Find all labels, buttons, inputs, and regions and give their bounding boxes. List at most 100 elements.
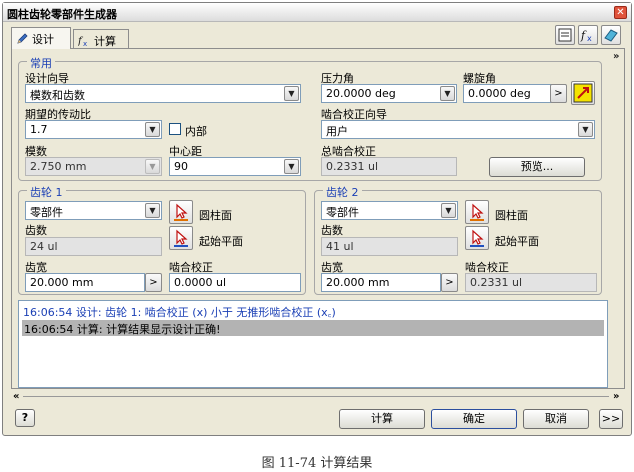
eraser-button[interactable] bbox=[601, 25, 621, 45]
design-guide-select[interactable]: 模数和齿数 ▼ bbox=[25, 84, 301, 103]
gear2-legend: 齿轮 2 bbox=[323, 184, 362, 200]
close-button[interactable]: ✕ bbox=[614, 6, 627, 19]
svg-text:x: x bbox=[83, 40, 87, 47]
gear2-start-plane-label: 起始平面 bbox=[495, 235, 539, 248]
svg-text:x: x bbox=[587, 34, 592, 43]
helix-angle-value: 0.0000 deg bbox=[468, 87, 531, 100]
chevron-down-icon[interactable]: ▼ bbox=[284, 159, 299, 174]
chevron-right-icon: > bbox=[554, 88, 563, 99]
message-log[interactable]: 16:06:54 设计: 齿轮 1: 啮合校正 (x) 小于 无推形啮合校正 (… bbox=[18, 300, 608, 388]
properties-button[interactable] bbox=[555, 25, 575, 45]
chevron-down-icon[interactable]: ▼ bbox=[284, 86, 299, 101]
gear2-group: 齿轮 2 零部件 ▼ 圆柱面 齿数 41 ul 起始平面 齿宽 20.000 m… bbox=[314, 184, 602, 295]
pressure-angle-value: 20.0000 deg bbox=[326, 87, 396, 100]
figure-caption: 图 11-74 计算结果 bbox=[261, 456, 373, 471]
scroll-track[interactable] bbox=[23, 396, 609, 397]
chevron-down-icon[interactable]: ▼ bbox=[440, 86, 455, 101]
cursor-arrow-icon bbox=[470, 229, 484, 247]
gear1-teeth-label: 齿数 bbox=[25, 224, 47, 237]
design-panel: 常用 设计向导 模数和齿数 ▼ 期望的传动比 1.7 ▼ 内部 模数 2.750… bbox=[11, 48, 625, 389]
mesh-guide-value: 用户 bbox=[326, 125, 348, 138]
module-select[interactable]: 2.750 mm ▼ bbox=[25, 157, 162, 176]
center-distance-select[interactable]: 90 ▼ bbox=[169, 157, 301, 176]
ratio-select[interactable]: 1.7 ▼ bbox=[25, 120, 162, 139]
gear1-teeth-value: 24 ul bbox=[30, 240, 58, 253]
gear1-width-field[interactable]: 20.000 mm bbox=[25, 273, 145, 292]
formula-icon: f x bbox=[78, 36, 87, 47]
gear1-start-plane-label: 起始平面 bbox=[199, 235, 243, 248]
scroll-left-icon[interactable]: « bbox=[13, 391, 19, 402]
scroll-right-icon[interactable]: » bbox=[613, 391, 619, 402]
window-title: 圆柱齿轮零部件生成器 bbox=[7, 8, 117, 21]
fx-button[interactable]: f x bbox=[578, 25, 598, 45]
total-mesh-value: 0.2331 ul bbox=[326, 160, 379, 173]
helix-tool-button[interactable] bbox=[571, 81, 595, 105]
gear2-width-arrow-button[interactable]: > bbox=[441, 273, 458, 292]
ok-button[interactable]: 确定 bbox=[431, 409, 517, 429]
gear1-type-select[interactable]: 零部件 ▼ bbox=[25, 201, 162, 220]
chevron-down-icon[interactable]: ▼ bbox=[145, 203, 160, 218]
gear1-legend: 齿轮 1 bbox=[27, 184, 66, 200]
gear2-correction-field: 0.2331 ul bbox=[465, 273, 597, 292]
gear1-cylinder-face-button[interactable] bbox=[169, 200, 193, 224]
design-guide-value: 模数和齿数 bbox=[30, 89, 85, 102]
tab-calculation[interactable]: f x 计算 bbox=[73, 29, 129, 49]
message-result: 16:06:54 计算: 计算结果显示设计正确! bbox=[22, 320, 604, 336]
gear1-group: 齿轮 1 零部件 ▼ 圆柱面 齿数 24 ul 起始平面 齿宽 20.000 m… bbox=[18, 184, 306, 295]
gear1-start-plane-button[interactable] bbox=[169, 226, 193, 250]
gear2-correction-value: 0.2331 ul bbox=[470, 276, 523, 289]
total-mesh-field: 0.2331 ul bbox=[321, 157, 457, 176]
chevron-down-icon[interactable]: ▼ bbox=[578, 122, 593, 137]
gear2-teeth-label: 齿数 bbox=[321, 224, 343, 237]
gear2-type-value: 零部件 bbox=[326, 206, 359, 219]
more-button[interactable]: >> bbox=[599, 409, 623, 429]
chevron-down-icon[interactable]: ▼ bbox=[441, 203, 456, 218]
gear2-cylinder-face-button[interactable] bbox=[465, 200, 489, 224]
gear2-type-select[interactable]: 零部件 ▼ bbox=[321, 201, 458, 220]
helix-tool-icon bbox=[573, 83, 593, 103]
common-group: 常用 设计向导 模数和齿数 ▼ 期望的传动比 1.7 ▼ 内部 模数 2.750… bbox=[18, 55, 602, 181]
ratio-value: 1.7 bbox=[30, 123, 48, 136]
title-bar[interactable]: 圆柱齿轮零部件生成器 ✕ bbox=[3, 3, 631, 22]
tab-design[interactable]: 设计 bbox=[11, 27, 71, 49]
message-warning: 16:06:54 设计: 齿轮 1: 啮合校正 (x) 小于 无推形啮合校正 (… bbox=[23, 306, 336, 319]
gear1-width-value: 20.000 mm bbox=[30, 276, 94, 289]
help-button[interactable]: ? bbox=[15, 409, 35, 427]
chevron-right-icon: > bbox=[149, 277, 158, 288]
gear2-teeth-value: 41 ul bbox=[326, 240, 354, 253]
calculate-button[interactable]: 计算 bbox=[339, 409, 425, 429]
common-legend: 常用 bbox=[27, 55, 55, 71]
pressure-angle-select[interactable]: 20.0000 deg ▼ bbox=[321, 84, 457, 103]
gear1-correction-value: 0.0000 ul bbox=[174, 276, 227, 289]
svg-text:f: f bbox=[580, 29, 587, 42]
gear1-correction-field[interactable]: 0.0000 ul bbox=[169, 273, 301, 292]
mesh-guide-select[interactable]: 用户 ▼ bbox=[321, 120, 595, 139]
fx-icon: f x bbox=[580, 29, 592, 43]
chevron-down-icon[interactable]: ▼ bbox=[145, 122, 160, 137]
internal-label: 内部 bbox=[185, 125, 207, 138]
gear2-cylinder-face-label: 圆柱面 bbox=[495, 209, 528, 222]
chevron-down-icon[interactable]: ▼ bbox=[145, 159, 160, 174]
expand-right-icon[interactable]: » bbox=[613, 51, 619, 62]
gear1-cylinder-face-label: 圆柱面 bbox=[199, 209, 232, 222]
preview-button[interactable]: 预览... bbox=[489, 157, 585, 177]
properties-icon bbox=[558, 28, 572, 42]
gear1-type-value: 零部件 bbox=[30, 206, 63, 219]
gear2-width-field[interactable]: 20.000 mm bbox=[321, 273, 441, 292]
cursor-arrow-icon bbox=[174, 203, 188, 221]
cursor-arrow-icon bbox=[470, 203, 484, 221]
eraser-icon bbox=[604, 29, 618, 42]
chevron-right-icon: > bbox=[445, 277, 454, 288]
gear2-start-plane-button[interactable] bbox=[465, 226, 489, 250]
center-distance-value: 90 bbox=[174, 160, 188, 173]
gear1-width-arrow-button[interactable]: > bbox=[145, 273, 162, 292]
tab-design-label: 设计 bbox=[32, 33, 54, 46]
cursor-arrow-icon bbox=[174, 229, 188, 247]
module-value: 2.750 mm bbox=[30, 160, 87, 173]
gear-generator-dialog: 圆柱齿轮零部件生成器 ✕ 设计 f x 计算 f x 常用 设计向导 模数和齿数… bbox=[2, 2, 632, 436]
helix-arrow-button[interactable]: > bbox=[550, 84, 567, 103]
internal-checkbox[interactable] bbox=[169, 123, 181, 135]
gear2-width-value: 20.000 mm bbox=[326, 276, 390, 289]
gear2-teeth-field: 41 ul bbox=[321, 237, 458, 256]
cancel-button[interactable]: 取消 bbox=[523, 409, 589, 429]
